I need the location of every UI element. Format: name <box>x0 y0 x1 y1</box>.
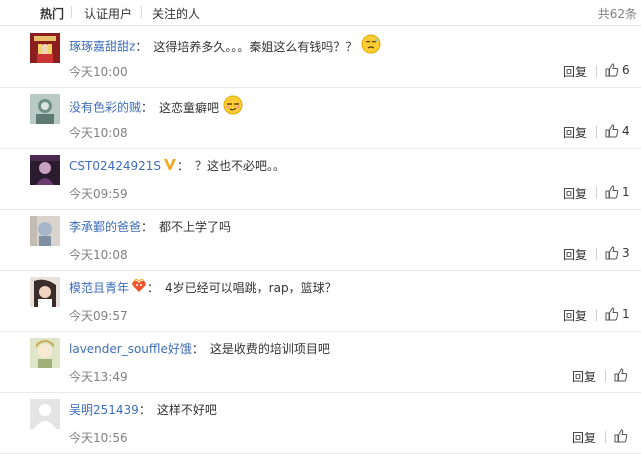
thumbs-up-icon <box>605 62 619 76</box>
like-button[interactable]: 1 <box>605 306 630 322</box>
username-link[interactable]: 模范且青年 <box>69 281 129 295</box>
comment-total-count: 共62条 <box>597 7 637 21</box>
comment-item: 吴明251439： 这样不好吧 今天10:56 回复 <box>0 393 641 454</box>
avatar[interactable] <box>30 277 60 307</box>
like-button[interactable]: 6 <box>605 62 630 78</box>
action-divider <box>596 187 597 199</box>
like-count: 1 <box>622 184 630 199</box>
comment-item: 模范且青年 ： 4岁已经可以唱跳，rap，篮球？ 今天09:57 回复 1 <box>0 271 641 332</box>
avatar[interactable] <box>30 33 60 63</box>
thumbs-up-icon <box>605 245 619 259</box>
tab-following[interactable]: 关注的人 <box>152 5 200 22</box>
tab-hot[interactable]: 热门 <box>40 5 64 22</box>
reply-button[interactable]: 回复 <box>563 124 587 141</box>
like-button[interactable]: 1 <box>605 184 630 200</box>
reply-button[interactable]: 回复 <box>572 429 596 446</box>
comment-text: 这恋童癖吧 <box>159 100 220 115</box>
name-separator: ： <box>147 281 160 295</box>
thumbs-up-icon <box>605 184 619 198</box>
comment-time: 今天10:08 <box>69 248 128 262</box>
like-button[interactable]: 4 <box>605 123 630 139</box>
name-separator: ： <box>141 100 154 115</box>
comment-text: 都不上学了吗 <box>159 220 232 234</box>
comment-time: 今天10:56 <box>69 431 128 445</box>
avatar[interactable] <box>30 216 60 246</box>
action-divider <box>596 65 597 77</box>
smirk-face-emoji <box>223 95 243 121</box>
name-separator: ： <box>177 159 190 173</box>
username-link[interactable]: lavender_souffle好饿 <box>69 342 192 356</box>
comment-time: 今天09:57 <box>69 309 128 323</box>
like-count: 6 <box>622 62 630 77</box>
name-separator: ： <box>138 403 151 417</box>
avatar[interactable] <box>30 399 60 429</box>
name-separator: ： <box>141 220 154 234</box>
comment-text: 这得培养多久。。。秦姐这么有钱吗？？ <box>153 39 358 54</box>
username-link[interactable]: 琢琢嘉甜甜z <box>69 40 135 54</box>
comment-time: 今天10:00 <box>69 65 128 79</box>
tab-verified-users[interactable]: 认证用户 <box>84 5 132 22</box>
action-divider <box>596 248 597 260</box>
username-link[interactable]: CST02424921S <box>69 159 161 173</box>
comment-item: 琢琢嘉甜甜z： 这得培养多久。。。秦姐这么有钱吗？？ 今天10:00 回复 6 <box>0 27 641 88</box>
tab-divider <box>141 6 142 18</box>
name-separator: ： <box>135 39 148 54</box>
comment-tabs: 热门 认证用户 关注的人 共62条 <box>0 0 641 26</box>
comment-time: 今天13:49 <box>69 370 128 384</box>
sweat-face-emoji <box>361 34 381 60</box>
comment-time: 今天09:59 <box>69 187 128 201</box>
avatar[interactable] <box>30 155 60 185</box>
comment-text: 4岁已经可以唱跳，rap，篮球？ <box>165 281 337 295</box>
thumbs-up-icon <box>605 123 619 137</box>
reply-button[interactable]: 回复 <box>563 307 587 324</box>
comment-text: ？这也不必吧。。 <box>195 159 286 173</box>
name-separator: ： <box>191 342 204 356</box>
reply-button[interactable]: 回复 <box>563 185 587 202</box>
username-link[interactable]: 李承鄞的爸爸 <box>69 220 141 234</box>
avatar[interactable] <box>30 94 60 124</box>
username-link[interactable]: 吴明251439 <box>69 403 139 417</box>
reply-button[interactable]: 回复 <box>572 368 596 385</box>
like-count: 1 <box>622 306 630 321</box>
like-button[interactable] <box>614 367 631 383</box>
action-divider <box>596 126 597 138</box>
username-link[interactable]: 没有色彩的贼 <box>69 101 141 115</box>
like-button[interactable]: 3 <box>605 245 630 261</box>
thumbs-up-icon <box>614 367 628 381</box>
vip-heart-badge-icon <box>131 277 147 299</box>
comment-item: 李承鄞的爸爸： 都不上学了吗 今天10:08 回复 3 <box>0 210 641 271</box>
action-divider <box>605 370 606 382</box>
thumbs-up-icon <box>605 306 619 320</box>
comment-text: 这是收费的培训项目吧 <box>209 342 330 356</box>
comment-item: 没有色彩的贼： 这恋童癖吧 今天10:08 回复 4 <box>0 88 641 149</box>
verified-v-badge-icon <box>163 157 177 177</box>
reply-button[interactable]: 回复 <box>563 246 587 263</box>
like-count: 3 <box>622 245 630 260</box>
action-divider <box>596 309 597 321</box>
comment-item: lavender_souffle好饿： 这是收费的培训项目吧 今天13:49 回复 <box>0 332 641 393</box>
comment-item: CST02424921S ： ？这也不必吧。。 今天09:59 回复 1 <box>0 149 641 210</box>
thumbs-up-icon <box>614 428 628 442</box>
reply-button[interactable]: 回复 <box>563 63 587 80</box>
action-divider <box>605 431 606 443</box>
comment-time: 今天10:08 <box>69 126 128 140</box>
tab-divider <box>71 6 72 18</box>
avatar[interactable] <box>30 338 60 368</box>
like-button[interactable] <box>614 428 631 444</box>
comment-text: 这样不好吧 <box>156 403 217 417</box>
like-count: 4 <box>622 123 630 138</box>
